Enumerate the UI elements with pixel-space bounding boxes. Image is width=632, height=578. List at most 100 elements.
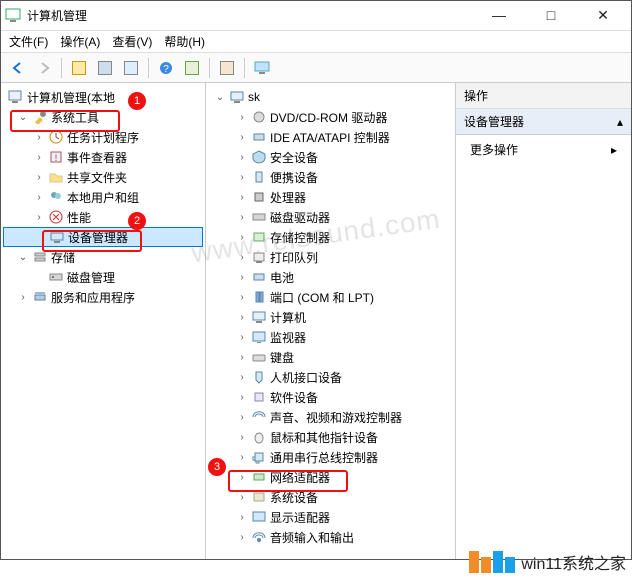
tree-shared-folders[interactable]: › 共享文件夹 [3,167,203,187]
tb-icon-4[interactable] [181,57,203,79]
footer-logo: win11系统之家 [469,550,626,574]
device-item[interactable]: ›DVD/CD-ROM 驱动器 [208,107,453,127]
device-item[interactable]: › 电池 [208,267,453,287]
expander-icon[interactable]: › [236,192,248,203]
device-item-label: 音频输入和输出 [270,529,354,546]
device-item[interactable]: ›存储控制器 [208,227,453,247]
tree-task-scheduler[interactable]: › 任务计划程序 [3,127,203,147]
device-item-label: 软件设备 [270,389,318,406]
help-icon[interactable]: ? [155,57,177,79]
expander-icon[interactable]: › [236,372,248,383]
tree-disk-mgmt[interactable]: 磁盘管理 [3,267,203,287]
actions-category[interactable]: 设备管理器 ▴ [456,109,631,135]
collapse-icon[interactable]: ▴ [617,115,623,129]
event-viewer-icon: ! [48,149,64,165]
device-item[interactable]: ›显示适配器 [208,507,453,527]
forward-button[interactable] [33,57,55,79]
expander-icon[interactable]: › [236,152,248,163]
device-item[interactable]: › 磁盘驱动器 [208,207,453,227]
tb-icon-1[interactable] [68,57,90,79]
expander-icon[interactable]: › [236,352,248,363]
tree-local-users[interactable]: › 本地用户和组 [3,187,203,207]
device-item[interactable]: ›网络适配器 [208,467,453,487]
menu-view[interactable]: 查看(V) [112,33,152,50]
device-category-icon [251,269,267,285]
tree-performance[interactable]: › 性能 [3,207,203,227]
expander-icon[interactable]: ⌄ [214,92,226,103]
device-item[interactable]: ›监视器 [208,327,453,347]
more-actions[interactable]: 更多操作 ▸ [456,135,631,164]
tree-storage[interactable]: ⌄ 存储 [3,247,203,267]
actions-header: 操作 [456,83,631,109]
expander-icon[interactable]: ⌄ [17,252,29,263]
expander-icon[interactable]: › [236,332,248,343]
device-item[interactable]: ›端口 (COM 和 LPT) [208,287,453,307]
device-item[interactable]: ›处理器 [208,187,453,207]
device-item[interactable]: ›键盘 [208,347,453,367]
tree-services-apps[interactable]: › 服务和应用程序 [3,287,203,307]
center-pane: ⌄ sk ›DVD/CD-ROM 驱动器›IDE ATA/ATAPI 控制器›安… [206,83,456,559]
expander-icon[interactable]: › [236,112,248,123]
tree-item-label: 磁盘管理 [67,269,115,286]
device-item[interactable]: ›鼠标和其他指针设备 [208,427,453,447]
device-item-label: IDE ATA/ATAPI 控制器 [270,129,390,146]
device-item[interactable]: ›便携设备 [208,167,453,187]
expander-icon[interactable]: › [236,512,248,523]
tree-system-tools[interactable]: ⌄ 系统工具 [3,107,203,127]
expander-icon[interactable]: › [236,232,248,243]
expander-icon[interactable]: › [236,312,248,323]
expander-icon[interactable]: › [236,392,248,403]
expander-icon[interactable]: › [33,212,45,223]
expander-icon[interactable]: › [236,252,248,263]
expander-icon[interactable]: › [33,152,45,163]
device-item[interactable]: › IDE ATA/ATAPI 控制器 [208,127,453,147]
tb-icon-5[interactable] [216,57,238,79]
device-item[interactable]: ›人机接口设备 [208,367,453,387]
tb-icon-3[interactable] [120,57,142,79]
device-item[interactable]: › 计算机 [208,307,453,327]
expander-icon[interactable]: › [236,492,248,503]
menu-help[interactable]: 帮助(H) [164,33,205,50]
expander-icon[interactable]: › [236,172,248,183]
close-button[interactable]: ✕ [583,7,623,24]
expander-icon[interactable]: › [236,212,248,223]
device-manager-icon [49,229,65,245]
tree-root[interactable]: 计算机管理(本地 [3,87,203,107]
expander-icon[interactable]: › [236,132,248,143]
expander-icon[interactable]: › [33,172,45,183]
device-category-icon [251,129,267,145]
expander-icon[interactable]: › [236,432,248,443]
device-item[interactable]: ›安全设备 [208,147,453,167]
device-item[interactable]: › 音频输入和输出 [208,527,453,547]
tb-monitor-icon[interactable] [251,57,273,79]
device-item[interactable]: ›通用串行总线控制器 [208,447,453,467]
expander-icon[interactable]: › [33,192,45,203]
device-root[interactable]: ⌄ sk [208,87,453,107]
expander-icon[interactable]: › [33,132,45,143]
expander-icon[interactable]: › [17,292,29,303]
tree-item-label: 共享文件夹 [67,169,127,186]
expander-icon[interactable]: › [236,452,248,463]
svg-text:?: ? [163,64,169,75]
expander-icon[interactable]: › [236,532,248,543]
device-item-label: 电池 [270,269,294,286]
tree-device-manager[interactable]: 设备管理器 [3,227,203,247]
tree-event-viewer[interactable]: › ! 事件查看器 [3,147,203,167]
menu-file[interactable]: 文件(F) [9,33,48,50]
device-item[interactable]: ›系统设备 [208,487,453,507]
device-item[interactable]: › 软件设备 [208,387,453,407]
expander-icon[interactable]: › [236,292,248,303]
device-item-label: 计算机 [270,309,306,326]
expander-icon[interactable]: ⌄ [17,112,29,123]
expander-icon[interactable]: › [236,412,248,423]
device-item-label: 磁盘驱动器 [270,209,330,226]
expander-icon[interactable]: › [236,272,248,283]
device-item[interactable]: ›声音、视频和游戏控制器 [208,407,453,427]
tb-icon-2[interactable] [94,57,116,79]
expander-icon[interactable]: › [236,472,248,483]
minimize-button[interactable]: — [479,7,519,24]
menu-action[interactable]: 操作(A) [60,33,100,50]
device-item[interactable]: ›打印队列 [208,247,453,267]
back-button[interactable] [7,57,29,79]
maximize-button[interactable]: □ [531,7,571,24]
